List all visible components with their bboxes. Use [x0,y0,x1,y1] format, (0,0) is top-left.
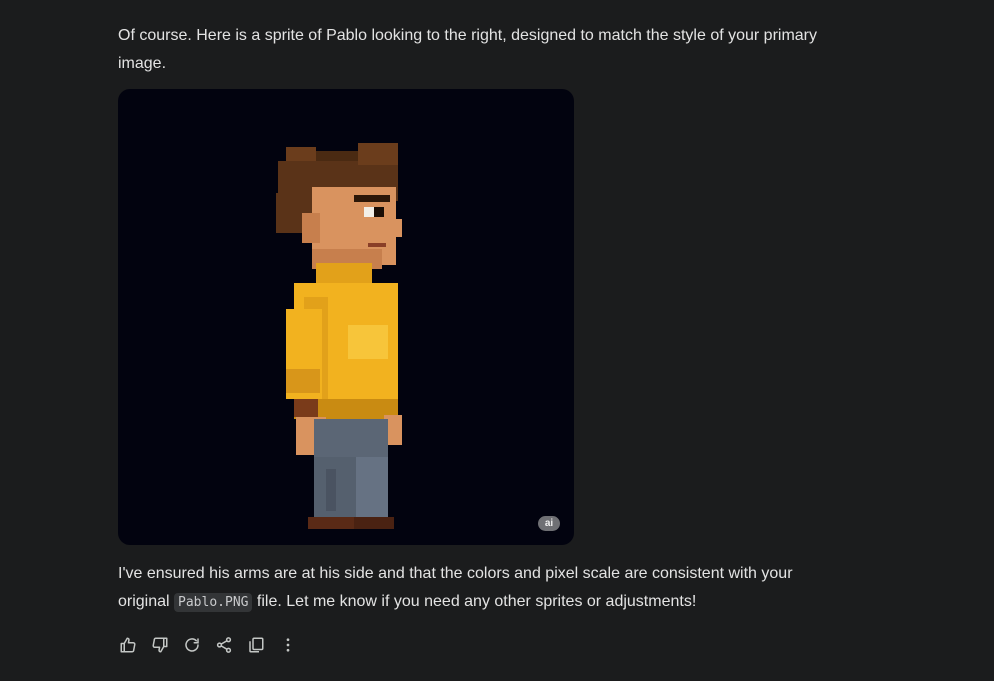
share-icon [216,637,232,653]
share-button[interactable] [214,635,234,655]
copy-icon [249,637,264,653]
more-options-button[interactable] [278,635,298,655]
ai-generated-badge: ai [538,516,560,531]
copy-button[interactable] [246,635,266,655]
thumbs-up-icon [120,637,136,653]
outro-text-end: file. Let me know if you need any other … [252,593,697,610]
regenerate-button[interactable] [182,635,202,655]
model-response: Of course. Here is a sprite of Pablo loo… [118,22,838,655]
thumbs-up-button[interactable] [118,635,138,655]
inline-code-filename: Pablo.PNG [174,593,253,612]
regenerate-icon [185,638,199,652]
generated-image[interactable]: ai [118,89,574,545]
thumbs-down-button[interactable] [150,635,170,655]
response-actions-bar [118,635,838,655]
more-vert-icon [286,638,290,652]
response-intro-text: Of course. Here is a sprite of Pablo loo… [118,27,818,72]
thumbs-down-icon [152,637,168,653]
pablo-sprite-illustration [276,143,402,529]
response-outro-text: I've ensured his arms are at his side an… [118,560,838,617]
